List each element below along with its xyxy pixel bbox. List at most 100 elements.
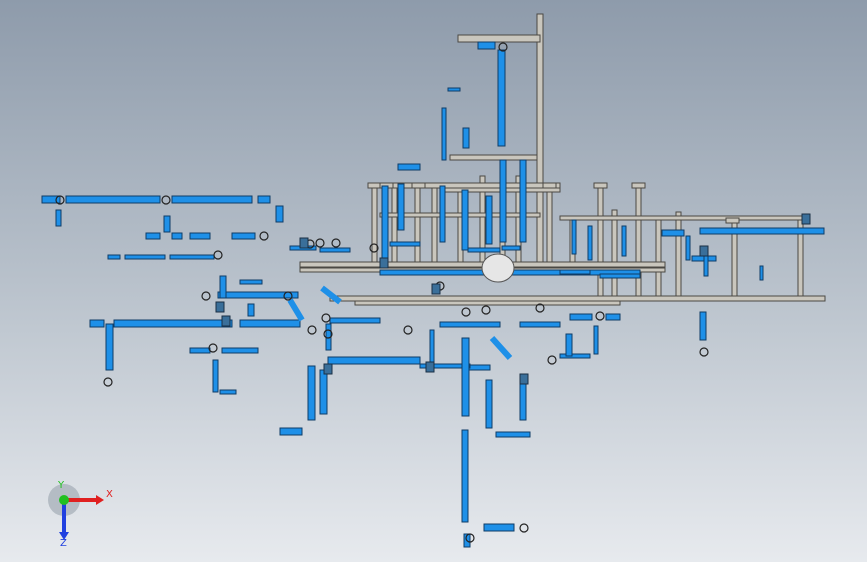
pipe-vertical	[275, 205, 284, 223]
pipe-vertical	[485, 379, 493, 429]
vessel	[481, 253, 515, 283]
flange-fitting	[461, 307, 471, 317]
frame-beam	[367, 182, 561, 189]
frame-column	[536, 13, 544, 263]
pipe-vertical	[307, 365, 316, 421]
pipe-horizontal	[113, 319, 233, 328]
pipe-vertical	[55, 209, 62, 227]
pipe-vertical	[219, 275, 227, 299]
pipe-vertical	[212, 359, 219, 393]
pipe-vertical	[461, 429, 469, 523]
pipe-horizontal	[171, 232, 183, 240]
frame-column	[391, 182, 398, 263]
pipe-vertical	[461, 337, 470, 417]
pipe-horizontal	[661, 229, 685, 237]
graphics-viewport[interactable]: X Y Z	[0, 0, 867, 562]
flange-fitting	[315, 238, 325, 248]
pipe-horizontal	[171, 195, 253, 204]
valve-fitting	[519, 373, 529, 385]
pipe-horizontal	[389, 241, 421, 247]
pipe-horizontal	[124, 254, 166, 260]
frame-column	[431, 182, 438, 263]
pipe-horizontal	[257, 195, 271, 204]
flange-fitting	[161, 195, 171, 205]
valve-fitting	[699, 245, 709, 257]
pipe-horizontal	[605, 313, 621, 321]
column-cap	[411, 182, 426, 189]
z-axis-label: Z	[60, 538, 67, 548]
flange-fitting	[103, 377, 113, 387]
pipe-horizontal	[569, 313, 593, 321]
pipe-vertical	[759, 265, 764, 281]
frame-beam	[559, 215, 811, 221]
y-axis-marker	[59, 495, 69, 505]
flange-fitting	[321, 313, 331, 323]
flange-fitting	[595, 311, 605, 321]
pipe-vertical	[439, 185, 446, 243]
frame-column	[675, 211, 682, 299]
pipe-vertical	[519, 159, 527, 243]
frame-beam	[354, 300, 621, 306]
pipe-horizontal	[495, 431, 531, 438]
frame-beam	[329, 295, 826, 302]
pipe-horizontal	[477, 41, 496, 50]
pipe-horizontal	[329, 317, 381, 324]
pipe-vertical	[565, 333, 573, 357]
piping-assembly-model[interactable]	[0, 0, 867, 562]
pipe-horizontal	[65, 195, 161, 204]
valve-fitting	[215, 301, 225, 313]
flange-fitting	[259, 231, 269, 241]
pipe-horizontal	[327, 356, 421, 365]
x-axis-arrowhead	[96, 495, 104, 505]
pipe-horizontal	[189, 232, 211, 240]
pipe-vertical	[381, 185, 389, 259]
pipe-diagonal	[489, 335, 513, 361]
frame-column	[546, 182, 553, 263]
pipe-horizontal	[699, 227, 825, 235]
pipe-horizontal	[559, 353, 591, 359]
flange-fitting	[403, 325, 413, 335]
valve-fitting	[379, 257, 389, 269]
pipe-vertical	[319, 369, 328, 415]
pipe-vertical	[499, 159, 507, 243]
column-cap	[593, 182, 608, 189]
frame-column	[655, 215, 662, 299]
pipe-vertical	[485, 195, 493, 245]
pipe-vertical	[163, 215, 171, 233]
pipe-vertical	[621, 225, 627, 257]
pipe-horizontal	[319, 247, 351, 253]
valve-fitting	[801, 213, 811, 225]
pipe-horizontal	[239, 279, 263, 285]
flange-fitting	[201, 291, 211, 301]
flange-fitting	[213, 250, 223, 260]
pipe-fittings	[55, 42, 811, 543]
flange-fitting	[481, 305, 491, 315]
pipe-horizontal	[279, 427, 303, 436]
frame-column	[414, 182, 421, 263]
flange-fitting	[307, 325, 317, 335]
pipe-horizontal	[189, 347, 211, 354]
pipe-horizontal	[483, 523, 515, 532]
pipe-horizontal	[221, 347, 259, 354]
pipe-horizontal	[239, 319, 301, 328]
pipe-vertical	[587, 225, 593, 261]
frame-beam	[449, 154, 538, 161]
pipe-vertical	[497, 49, 506, 147]
pipe-vertical	[397, 183, 405, 231]
pipe-horizontal	[397, 163, 421, 171]
pipe-horizontal	[219, 389, 237, 395]
pipe-vertical	[105, 323, 114, 371]
pipe-horizontal	[519, 321, 561, 328]
pipe-horizontal	[89, 319, 105, 328]
structural-frame	[299, 13, 826, 306]
pipe-horizontal	[145, 232, 161, 240]
pipe-horizontal	[439, 321, 501, 328]
pipe-vertical	[441, 107, 447, 161]
pipe-horizontal	[501, 245, 521, 251]
vessel-body	[481, 253, 515, 283]
x-axis-label: X	[106, 489, 113, 500]
valve-fitting	[323, 363, 333, 375]
pipe-vertical	[571, 219, 577, 255]
valve-fitting	[299, 237, 309, 249]
flange-fitting	[699, 347, 709, 357]
